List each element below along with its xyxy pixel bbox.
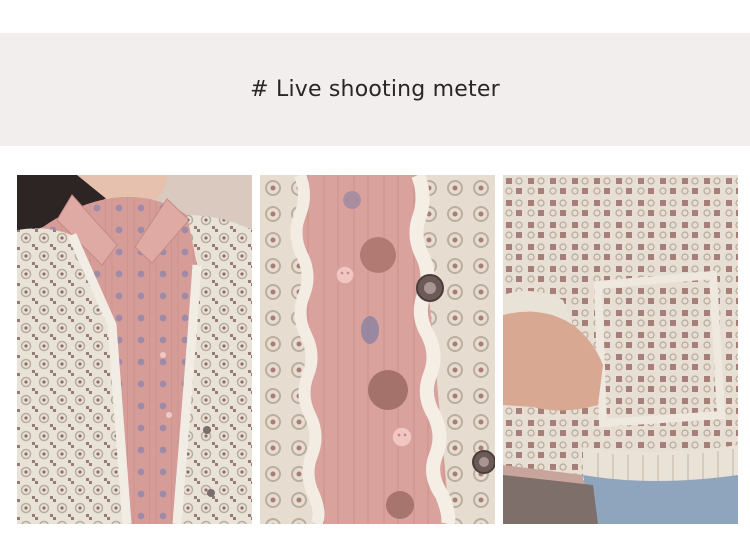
banner-title: # Live shooting meter	[250, 77, 500, 102]
title-banner: # Live shooting meter	[0, 33, 750, 146]
product-photo-pocket-closeup	[503, 175, 738, 524]
pocket-closeup-illustration	[503, 175, 738, 524]
vest-photo-illustration	[17, 175, 252, 524]
button-closeup-illustration	[260, 175, 495, 524]
product-photo-button-closeup	[260, 175, 495, 524]
product-photo-vest	[17, 175, 252, 524]
